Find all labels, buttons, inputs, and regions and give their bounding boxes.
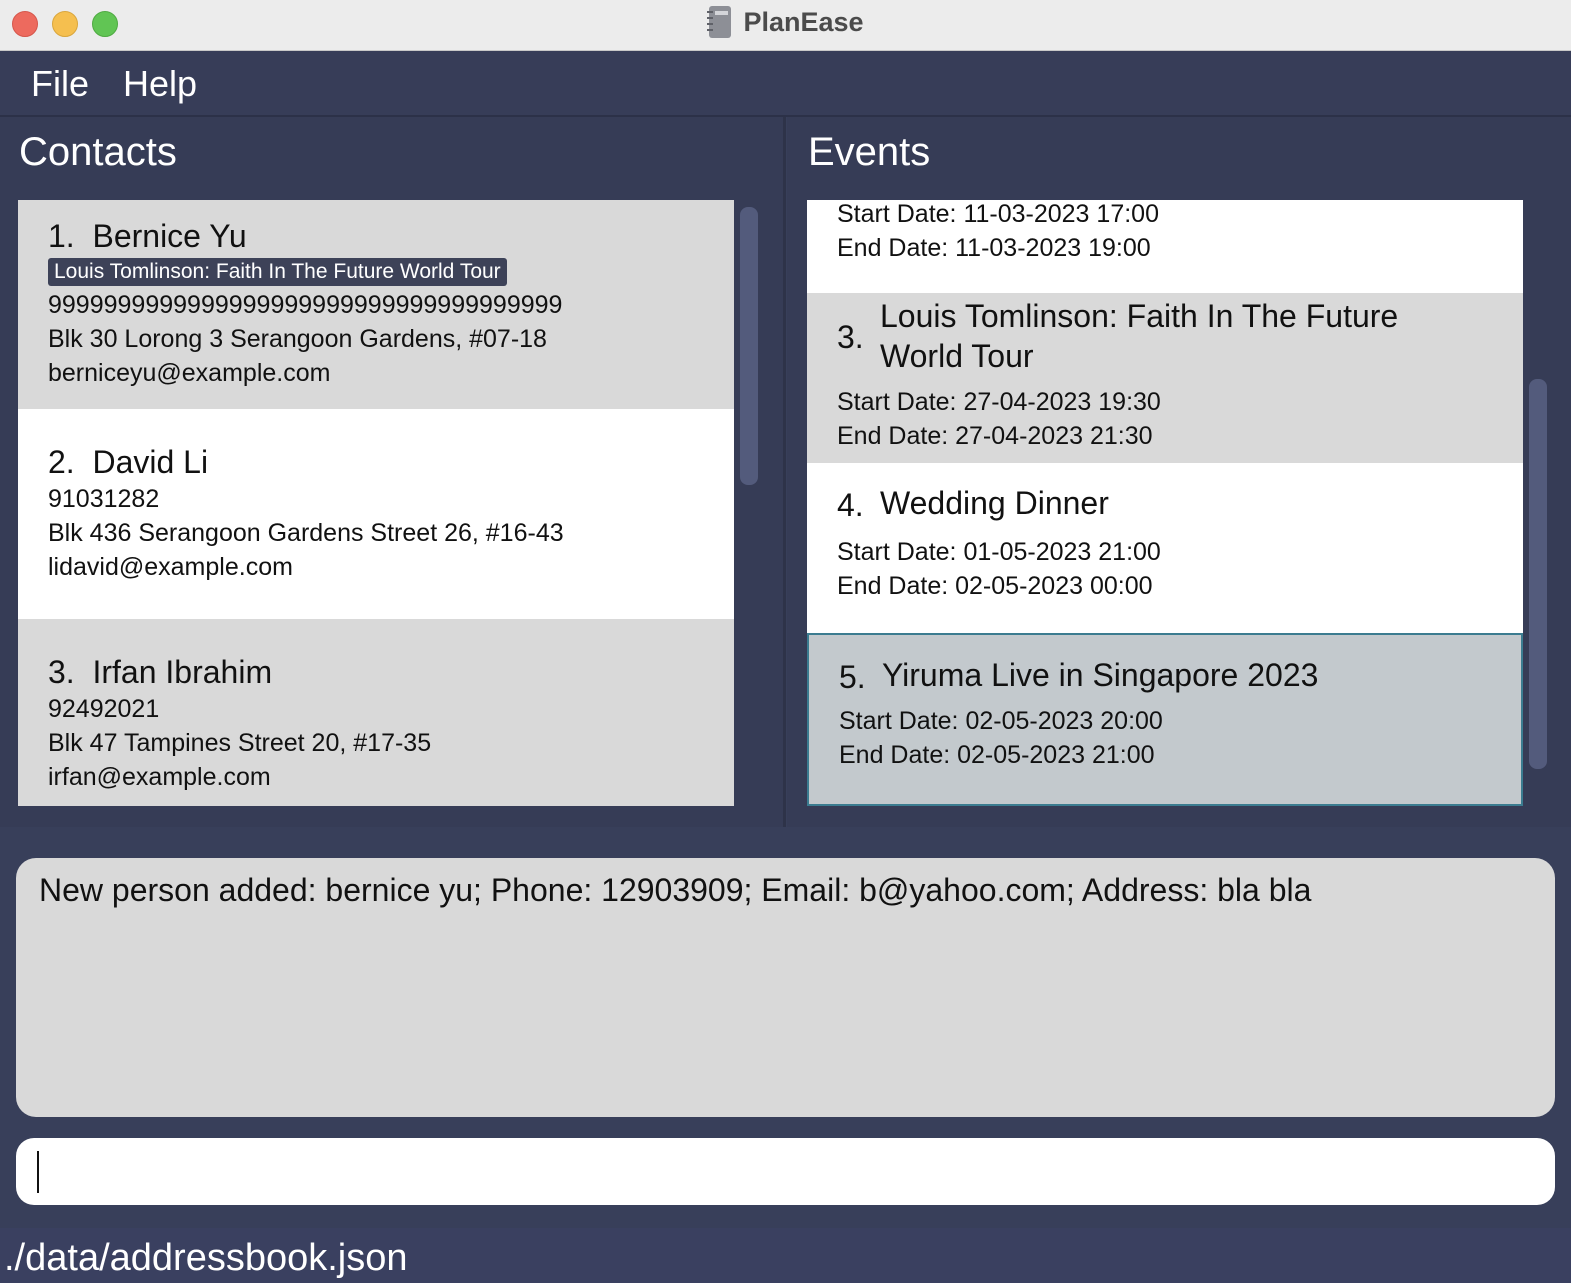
event-card[interactable]: 3. Louis Tomlinson: Faith In The Future … [807, 293, 1523, 463]
contact-name: 2. David Li [48, 444, 209, 480]
events-scrollbar[interactable] [1529, 379, 1547, 769]
contact-card[interactable]: 1. Bernice Yu Louis Tomlinson: Faith In … [18, 200, 734, 409]
text-caret [37, 1151, 39, 1193]
event-end-date: End Date: 02-05-2023 00:00 [837, 572, 1153, 600]
contacts-title: Contacts [19, 130, 177, 174]
event-start-date: Start Date: 27-04-2023 19:30 [837, 388, 1161, 416]
contact-phone: 91031282 [48, 485, 160, 513]
event-name: Wedding Dinner [880, 485, 1109, 521]
contacts-scrollbar[interactable] [740, 207, 758, 485]
contact-list[interactable]: 1. Bernice Yu Louis Tomlinson: Faith In … [18, 200, 734, 806]
event-card[interactable]: Start Date: 11-03-2023 17:00 End Date: 1… [807, 200, 1523, 293]
menu-help[interactable]: Help [123, 63, 197, 105]
event-name: Yiruma Live in Singapore 2023 [882, 657, 1319, 693]
status-bar: ./data/addressbook.json [0, 1228, 1571, 1283]
window-titlebar: PlanEase [0, 0, 1571, 51]
contacts-panel: Contacts 1. Bernice Yu Louis Tomlinson: … [0, 117, 786, 827]
contact-email: lidavid@example.com [48, 553, 293, 581]
data-file-path: ./data/addressbook.json [4, 1237, 408, 1279]
events-title: Events [808, 130, 931, 174]
contact-address: Blk 47 Tampines Street 20, #17-35 [48, 729, 432, 757]
event-start-date: Start Date: 01-05-2023 21:00 [837, 538, 1161, 566]
contact-name: 1. Bernice Yu [48, 218, 247, 254]
event-end-date: End Date: 27-04-2023 21:30 [837, 422, 1153, 450]
menu-file[interactable]: File [31, 63, 89, 105]
event-end-date: End Date: 11-03-2023 19:00 [837, 234, 1151, 262]
event-tag: Louis Tomlinson: Faith In The Future Wor… [48, 258, 507, 286]
result-display: New person added: bernice yu; Phone: 129… [16, 858, 1555, 1117]
contact-address: Blk 436 Serangoon Gardens Street 26, #16… [48, 519, 564, 547]
contact-email: berniceyu@example.com [48, 359, 331, 387]
event-list[interactable]: Start Date: 11-03-2023 17:00 End Date: 1… [807, 200, 1523, 806]
contact-email: irfan@example.com [48, 763, 271, 791]
window-title: PlanEase [743, 6, 864, 37]
contact-card[interactable]: 2. David Li 91031282 Blk 436 Serangoon G… [18, 409, 734, 619]
menu-bar: File Help [0, 51, 1571, 117]
event-name: Louis Tomlinson: Faith In The Future Wor… [880, 298, 1399, 374]
contact-address: Blk 30 Lorong 3 Serangoon Gardens, #07-1… [48, 325, 547, 353]
contact-card[interactable]: 3. Irfan Ibrahim 92492021 Blk 47 Tampine… [18, 619, 734, 806]
events-panel: Events Start Date: 11-03-2023 17:00 End … [787, 117, 1571, 827]
event-index: 4. [837, 487, 864, 523]
notebook-icon [707, 6, 732, 38]
event-card[interactable]: 4. Wedding Dinner Start Date: 01-05-2023… [807, 463, 1523, 633]
event-start-date: Start Date: 11-03-2023 17:00 [837, 200, 1159, 228]
event-index: 5. [839, 659, 866, 695]
result-message: New person added: bernice yu; Phone: 129… [39, 872, 1312, 908]
event-end-date: End Date: 02-05-2023 21:00 [839, 741, 1155, 769]
contact-phone: 92492021 [48, 695, 160, 723]
command-input[interactable] [16, 1138, 1555, 1205]
contact-name: 3. Irfan Ibrahim [48, 654, 273, 690]
event-card-selected[interactable]: 5. Yiruma Live in Singapore 2023 Start D… [807, 633, 1523, 806]
event-start-date: Start Date: 02-05-2023 20:00 [839, 707, 1163, 735]
contact-phone: 9999999999999999999999999999999999999 [48, 291, 563, 319]
event-index: 3. [837, 319, 864, 355]
